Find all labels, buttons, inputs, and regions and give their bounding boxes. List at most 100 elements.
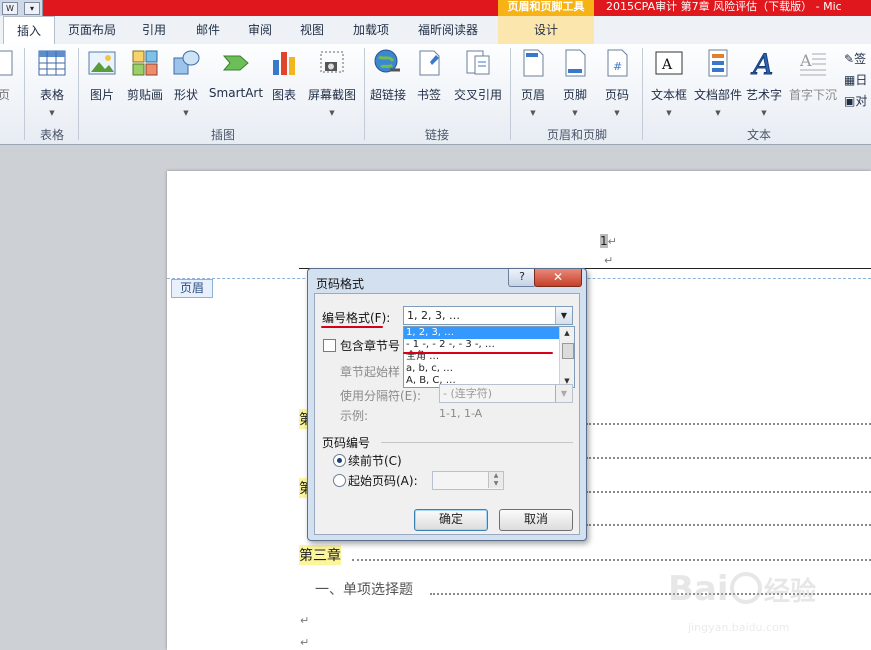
toc-section-single-choice[interactable]: 一、单项选择题 [315,579,413,599]
tab-view[interactable]: 视图 [290,16,334,44]
format-option[interactable]: a, b, c, … [404,363,574,375]
include-chapter-label: 包含章节号 [340,339,401,353]
continue-from-previous-label: 续前节(C) [348,454,402,468]
hyperlink-label: 超链接 [369,88,406,102]
drop-cap-icon: A [799,51,826,76]
date-time-label: 日 [855,73,868,87]
screenshot-icon [320,51,344,73]
tab-review[interactable]: 审阅 [238,16,282,44]
footer-button[interactable]: 页脚 ▼ [558,48,592,117]
tab-design[interactable]: 设计 [498,16,594,44]
table-button[interactable]: 表格 ▼ [32,48,72,117]
close-icon[interactable]: ✕ [534,269,582,287]
header-label: 页眉 [520,88,545,102]
smartart-button[interactable]: SmartArt [208,48,264,100]
screenshot-button[interactable]: 屏幕截图 ▼ [304,48,360,117]
bookmark-button[interactable]: 书签 [412,48,446,103]
page-number-icon: # [607,49,628,77]
svg-text:#: # [613,60,622,73]
chevron-down-icon: ▼ [715,109,721,117]
number-format-value: 1, 2, 3, … [407,309,460,322]
chevron-down-icon: ▼ [614,109,620,117]
drop-cap-label: 首字下沉 [788,88,837,102]
page-number-format-dialog: 页码格式 ? ✕ 编号格式(F): 1, 2, 3, … ▼ 1, 2, 3, … [307,268,587,541]
page-number-button[interactable]: # 页码 ▼ [600,48,634,117]
hyperlink-button[interactable]: 超链接 [368,48,408,103]
cancel-button[interactable]: 取消 [499,509,573,531]
watermark-url: jingyan.baidu.com [688,621,790,634]
start-at-radio[interactable] [333,474,346,487]
tab-references[interactable]: 引用 [132,16,176,44]
textbox-button[interactable]: A 文本框 ▼ [648,48,690,117]
signature-label: 签 [854,52,867,66]
group-label-links: 链接 [424,128,449,142]
table-label: 表格 [39,88,64,102]
shapes-button[interactable]: 形状 ▼ [170,48,202,117]
format-option[interactable]: - 1 -, - 2 -, - 3 -, … [404,339,574,351]
toc-leader-dots [586,457,871,459]
chevron-down-icon: ▼ [530,109,536,117]
object-button[interactable]: ▣对 [844,92,867,109]
textbox-icon: A [655,51,683,75]
format-option[interactable]: 1, 2, 3, … [404,327,574,339]
tab-addins[interactable]: 加载项 [344,16,398,44]
paragraph-mark-icon: ↵ [604,254,614,267]
tab-insert[interactable]: 插入 [3,16,55,45]
chart-button[interactable]: 图表 [268,48,300,103]
header-button[interactable]: 页眉 ▼ [516,48,550,117]
toc-chapter-three[interactable]: 第三章 [299,545,341,565]
date-time-button[interactable]: ▦日 [844,71,867,88]
separator-select[interactable]: - (连字符) ▼ [439,384,573,403]
clipart-button[interactable]: 剪贴画 [124,48,166,103]
picture-button[interactable]: 图片 [86,48,118,103]
group-label-text: 文本 [746,128,771,142]
chevron-down-icon[interactable]: ▼ [555,385,572,402]
shapes-icon [173,50,200,75]
chevron-down-icon: ▼ [329,109,335,117]
smartart-icon [222,55,249,71]
chevron-down-icon: ▼ [572,109,578,117]
ok-button[interactable]: 确定 [414,509,488,531]
header-icon [523,49,544,77]
partial-page-button[interactable]: 页 [0,48,14,103]
baidu-jingyan-watermark: Bai 经验 jingyan.baidu.com [668,558,838,638]
toc-leader-dots [586,524,871,526]
bookmark-icon [419,50,440,76]
wordart-button[interactable]: A 艺术字 ▼ [744,48,784,117]
chapter-style-label: 章节起始样 [340,365,401,379]
partial-page-label: 页 [0,88,10,102]
svg-text:A: A [750,48,773,78]
spin-up-icon[interactable]: ▲ [488,472,503,480]
tab-mailings[interactable]: 邮件 [186,16,230,44]
continue-from-previous-radio[interactable] [333,454,346,467]
wordart-label: 艺术字 [745,88,782,102]
include-chapter-checkbox[interactable] [323,339,336,352]
scrollbar-thumb[interactable] [562,343,574,359]
help-icon[interactable]: ? [508,269,536,287]
start-at-spinner[interactable]: ▲ ▼ [432,471,504,490]
section-divider [381,442,573,443]
signature-line-button[interactable]: ✎签 [844,50,866,67]
dropdown-scrollbar[interactable]: ▲ ▼ [559,327,574,387]
svg-text:A: A [799,51,812,70]
window-title: 2015CPA审计 第7章 风险评估（下载版） - Mic [606,0,842,13]
tab-foxit-reader[interactable]: 福昕阅读器 [408,16,488,44]
qat-dropdown-icon[interactable]: ▾ [24,2,40,15]
separator-label: 使用分隔符(E): [340,389,421,403]
chevron-up-icon[interactable]: ▲ [560,327,574,339]
number-format-select[interactable]: 1, 2, 3, … ▼ [403,306,573,325]
quick-parts-button[interactable]: 文档部件 ▼ [692,48,744,117]
calendar-icon: ▦ [844,73,856,87]
quick-parts-label: 文档部件 [693,88,742,102]
spin-down-icon[interactable]: ▼ [488,480,503,488]
tab-page-layout[interactable]: 页面布局 [60,16,124,44]
smartart-label: SmartArt [208,86,264,100]
number-format-dropdown-list[interactable]: 1, 2, 3, … - 1 -, - 2 -, - 3 -, … 全角 … a… [403,326,575,388]
cross-reference-button[interactable]: 交叉引用 [450,48,506,103]
cross-reference-icon [466,50,490,75]
chart-icon [273,52,295,75]
word-app-icon[interactable]: W [2,2,18,15]
chevron-down-icon[interactable]: ▼ [555,307,572,324]
drop-cap-button[interactable]: A 首字下沉 [786,48,840,103]
table-icon [38,50,66,76]
